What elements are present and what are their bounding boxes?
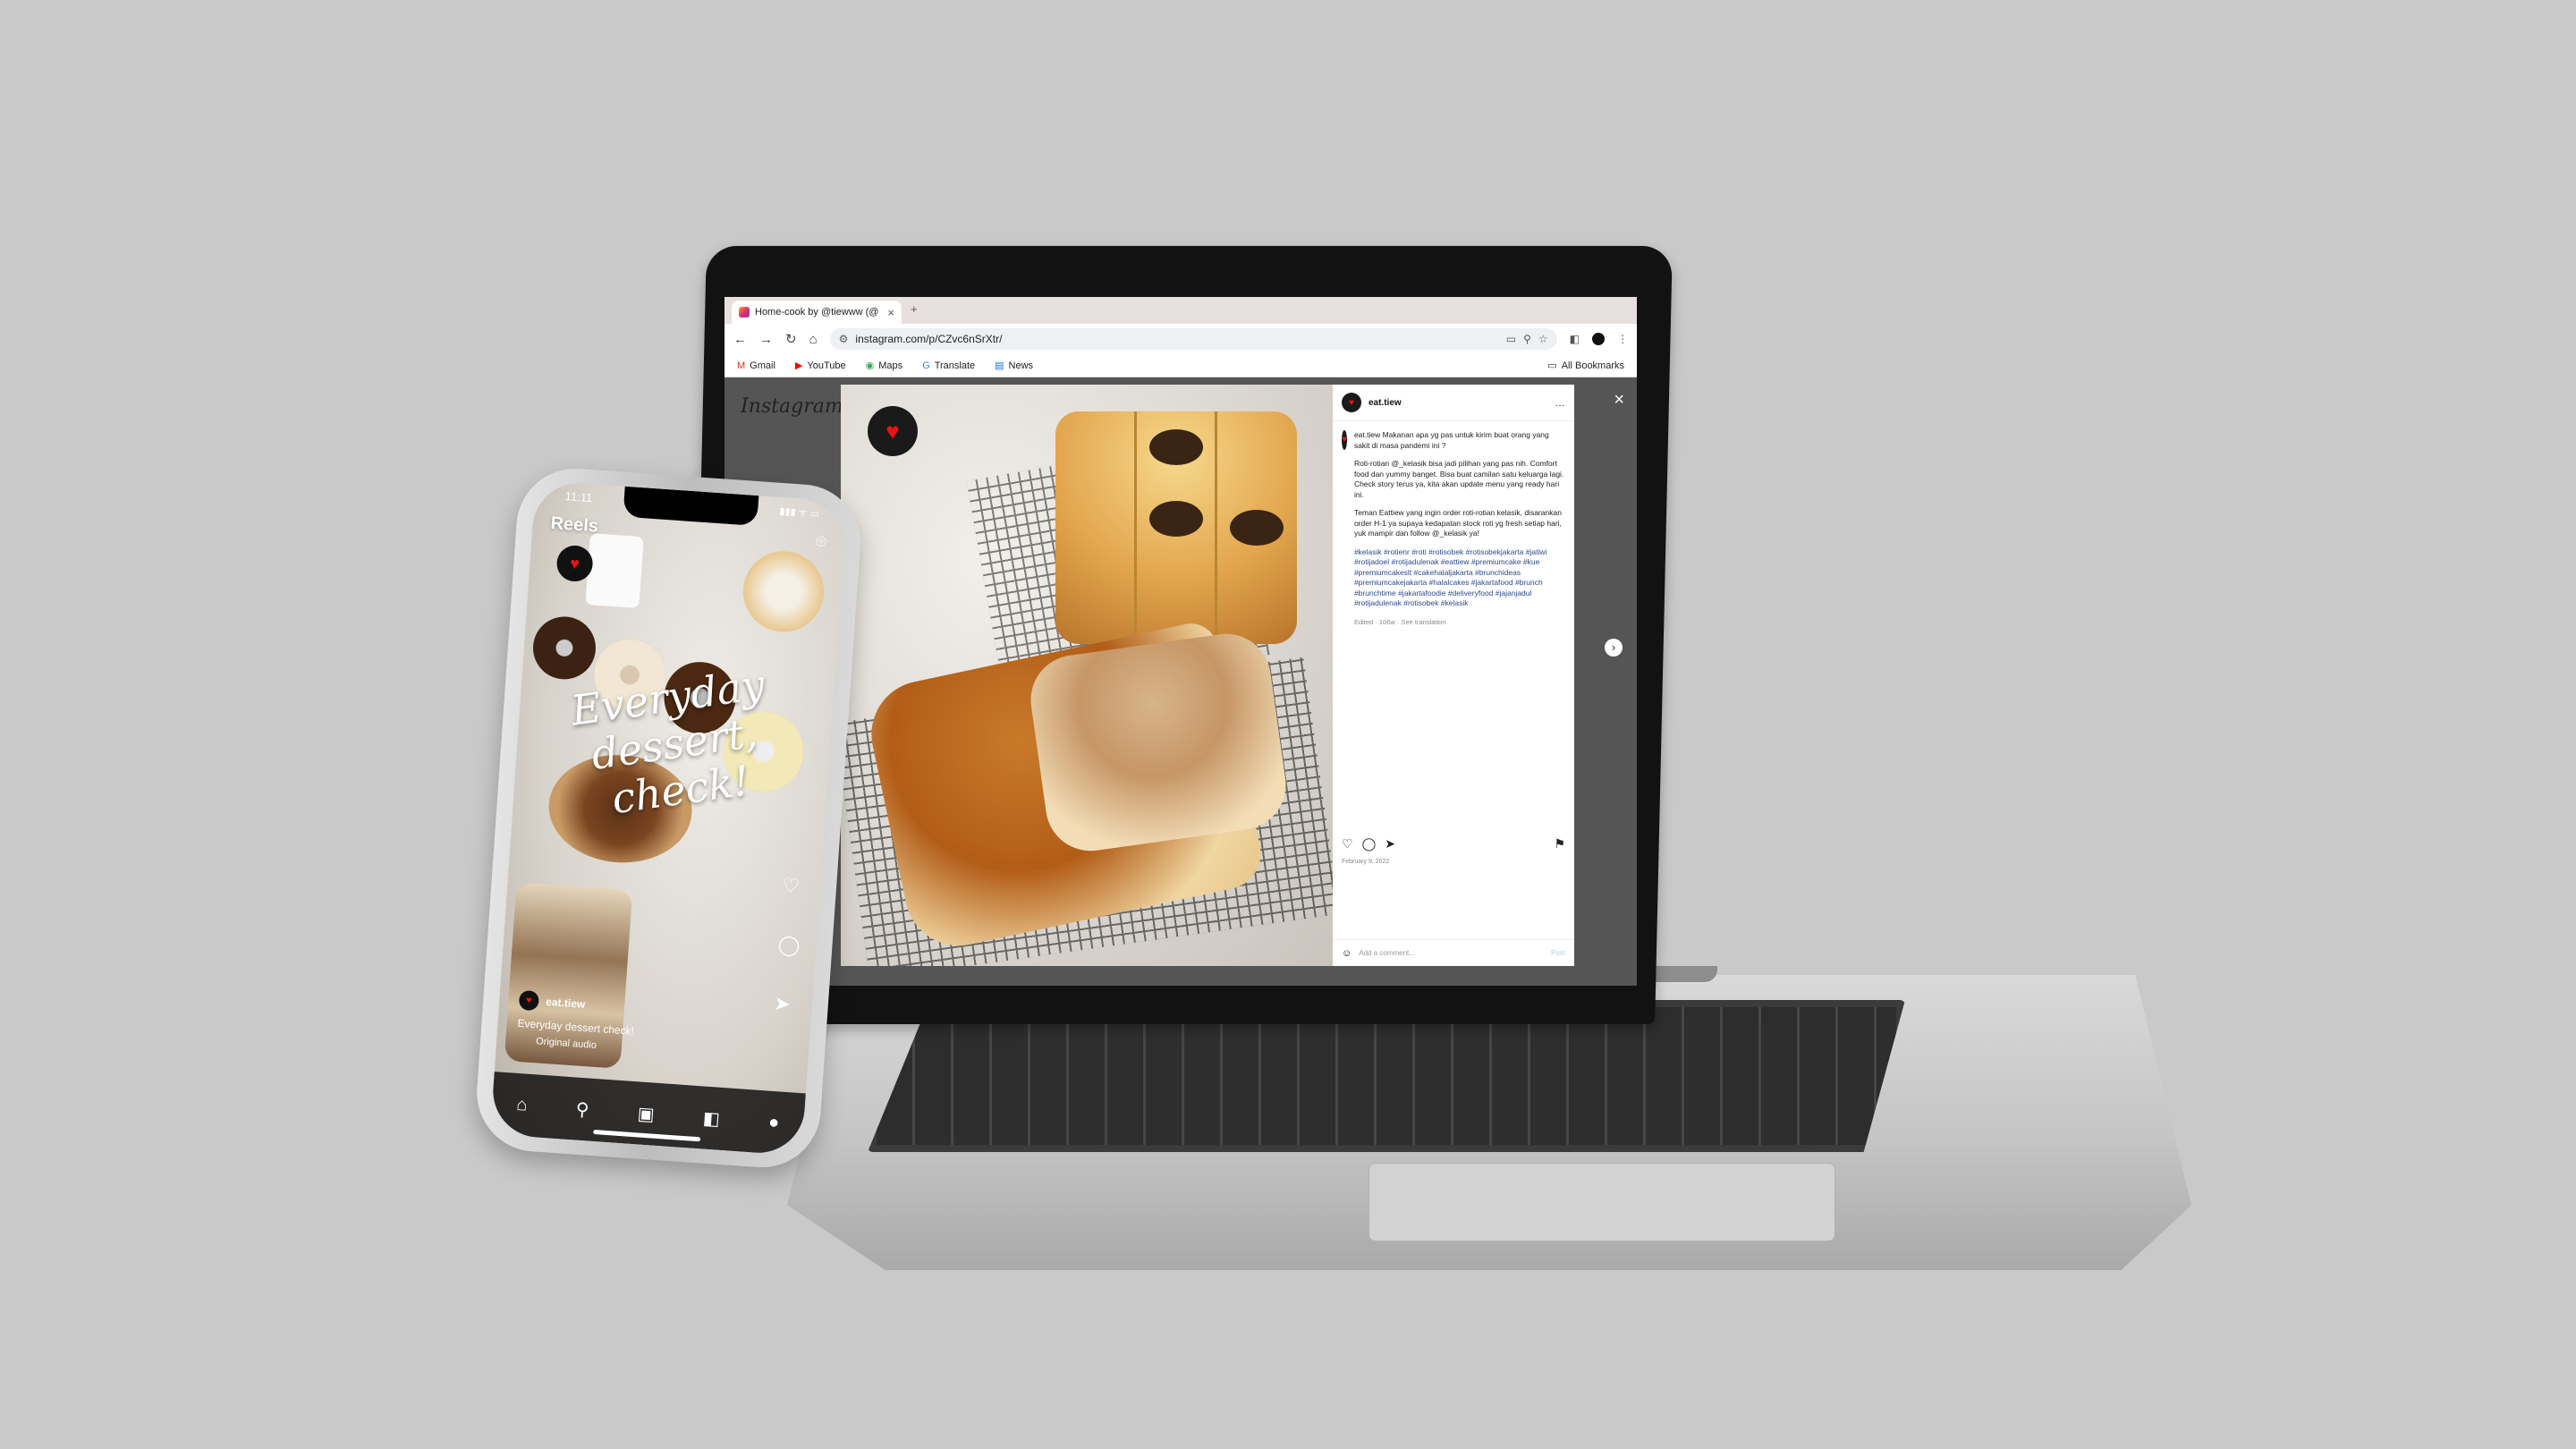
search-icon[interactable]: ⚲	[575, 1097, 589, 1121]
back-button[interactable]: ←	[733, 332, 747, 347]
bookmark-star-icon[interactable]: ☆	[1538, 333, 1548, 345]
post-caption: ♥ eat.tiew Makanan apa yg pas untuk kiri…	[1333, 421, 1574, 644]
tab-close-icon[interactable]: ×	[887, 306, 894, 319]
all-bookmarks[interactable]: ▭ All Bookmarks	[1547, 360, 1624, 372]
chocolate-topping	[1230, 510, 1284, 546]
chocolate-topping	[1149, 501, 1203, 537]
bread-loaf	[1025, 628, 1292, 857]
shop-icon[interactable]: ◧	[702, 1106, 721, 1130]
heart-logo-icon: ♥	[886, 418, 900, 445]
forward-button[interactable]: →	[759, 332, 773, 347]
bookmark-gmail[interactable]: M Gmail	[737, 360, 775, 371]
reel-like-icon[interactable]: ♡	[782, 874, 805, 899]
reels-title[interactable]: Reels	[550, 513, 599, 538]
keyboard-keys	[877, 1007, 1896, 1145]
post-actions: ♡ ◯ ➤ ⚑	[1342, 836, 1565, 852]
cast-icon[interactable]: ▭	[1506, 333, 1516, 345]
comment-bar: ☺ Add a comment... Post	[1333, 939, 1574, 966]
browser-tab-strip: Home-cook by @tiewww (@ × +	[724, 297, 1637, 324]
mockup-stage: Home-cook by @tiewww (@ × + ← → ↻ ⌂ ⚙ in…	[0, 0, 2576, 1449]
bread-loaf	[1055, 411, 1297, 644]
brand-logo-badge: ♥	[868, 406, 918, 456]
bookmark-label: Gmail	[750, 360, 775, 371]
caption-intro: eat.tiew Makanan apa yg pas untuk kirim …	[1353, 430, 1549, 450]
all-bookmarks-label: All Bookmarks	[1561, 360, 1624, 371]
bookmark-news[interactable]: ▤ News	[995, 360, 1034, 372]
youtube-icon: ▶	[794, 360, 803, 371]
profile-icon[interactable]: ●	[767, 1112, 780, 1133]
bread-segment	[1055, 411, 1137, 644]
reels-icon[interactable]: ▣	[637, 1102, 656, 1125]
caption-hashtags[interactable]: #kelasik #rotienr #roti #rotisobek #roti…	[1354, 547, 1565, 609]
reel-overlay-text: Everyday dessert, check!	[567, 660, 782, 826]
url-text: instagram.com/p/CZvc6nSrXtr/	[855, 333, 1003, 345]
reel-share-icon[interactable]: ➤	[773, 992, 796, 1017]
post-details-panel: ♥ eat.tiew … ♥ eat.tiew Makanan apa yg p…	[1333, 385, 1574, 966]
phone-device: 11:11 ▮▮▮ ᯤ ▭ Reels ⌾ ♥ Everyday dessert…	[472, 464, 865, 1172]
bookmark-translate[interactable]: G Translate	[922, 360, 975, 371]
user-avatar[interactable]: ♥	[1342, 393, 1361, 412]
address-bar[interactable]: ⚙ instagram.com/p/CZvc6nSrXtr/ ▭ ⚲ ☆	[829, 328, 1557, 350]
bookmark-label: YouTube	[807, 360, 846, 371]
camera-icon[interactable]: ⌾	[815, 532, 827, 554]
laptop-screen: Home-cook by @tiewww (@ × + ← → ↻ ⌂ ⚙ in…	[724, 297, 1637, 986]
browser-tab[interactable]: Home-cook by @tiewww (@ ×	[732, 301, 902, 324]
share-icon[interactable]: ➤	[1385, 836, 1395, 852]
caption-avatar[interactable]: ♥	[1342, 430, 1347, 450]
reel-user-avatar: ♥	[518, 989, 540, 1012]
profile-avatar[interactable]	[1592, 333, 1605, 345]
zoom-icon[interactable]: ⚲	[1523, 333, 1531, 345]
bookmark-label: News	[1008, 360, 1034, 371]
caption-paragraph: Roti-rotian @_kelasik bisa jadi pilihan …	[1353, 459, 1564, 499]
side-panel-icon[interactable]: ◧	[1570, 333, 1580, 345]
comment-input[interactable]: Add a comment...	[1359, 949, 1544, 957]
gmail-icon: M	[737, 360, 746, 371]
instagram-logo[interactable]: Instagram	[741, 395, 843, 418]
caption-paragraph: Teman Eattiew yang ingin order roti-roti…	[1353, 508, 1562, 538]
next-post-icon[interactable]: ›	[1605, 639, 1623, 657]
instagram-favicon-icon	[739, 307, 750, 318]
bookmark-youtube[interactable]: ▶ YouTube	[794, 360, 846, 372]
emoji-icon[interactable]: ☺	[1342, 948, 1352, 959]
like-icon[interactable]: ♡	[1342, 836, 1353, 852]
maps-icon: ◉	[865, 360, 875, 371]
bookmarks-bar: M Gmail ▶ YouTube ◉ Maps G Translate ▤ News ▭…	[724, 354, 1637, 377]
reel-username: eat.tiew	[545, 995, 586, 1011]
post-username[interactable]: eat.tiew	[1368, 398, 1547, 408]
browser-toolbar: ← → ↻ ⌂ ⚙ instagram.com/p/CZvc6nSrXtr/ ▭…	[724, 324, 1637, 354]
more-options-icon[interactable]: …	[1555, 396, 1565, 409]
instagram-page: Instagram × › ♥ ♥ eat.tiew … ♥ eat.tiew …	[724, 377, 1637, 986]
phone-screen: 11:11 ▮▮▮ ᯤ ▭ Reels ⌾ ♥ Everyday dessert…	[489, 479, 848, 1157]
post-comment-button[interactable]: Post	[1551, 949, 1565, 957]
translate-icon: G	[922, 360, 930, 371]
post-header: ♥ eat.tiew …	[1333, 385, 1574, 421]
post-date: February 9, 2022	[1342, 859, 1390, 865]
folder-icon: ▭	[1547, 360, 1557, 371]
news-icon: ▤	[995, 360, 1004, 371]
bookmark-maps[interactable]: ◉ Maps	[865, 360, 903, 372]
caption-meta[interactable]: Edited · 106w · See translation	[1354, 617, 1565, 628]
bookmark-label: Translate	[934, 360, 976, 371]
status-time: 11:11	[564, 489, 593, 505]
home-button[interactable]: ⌂	[809, 332, 818, 347]
save-icon[interactable]: ⚑	[1554, 836, 1565, 852]
reel-comment-icon[interactable]: ◯	[777, 933, 801, 958]
status-icons: ▮▮▮ ᯤ ▭	[779, 505, 820, 520]
new-tab-button[interactable]: +	[911, 302, 918, 316]
post-image: ♥	[841, 385, 1333, 966]
chocolate-topping	[1149, 429, 1203, 465]
milk-jar	[585, 533, 644, 609]
bookmark-label: Maps	[878, 360, 903, 371]
reload-button[interactable]: ↻	[785, 331, 797, 347]
menu-kebab-icon[interactable]: ⋮	[1617, 333, 1628, 345]
laptop-trackpad	[1368, 1163, 1835, 1241]
tab-title: Home-cook by @tiewww (@	[755, 307, 879, 318]
home-icon[interactable]: ⌂	[516, 1094, 529, 1115]
modal-close-icon[interactable]: ×	[1614, 390, 1624, 411]
comment-icon[interactable]: ◯	[1362, 836, 1377, 852]
site-info-icon[interactable]: ⚙	[839, 333, 849, 345]
